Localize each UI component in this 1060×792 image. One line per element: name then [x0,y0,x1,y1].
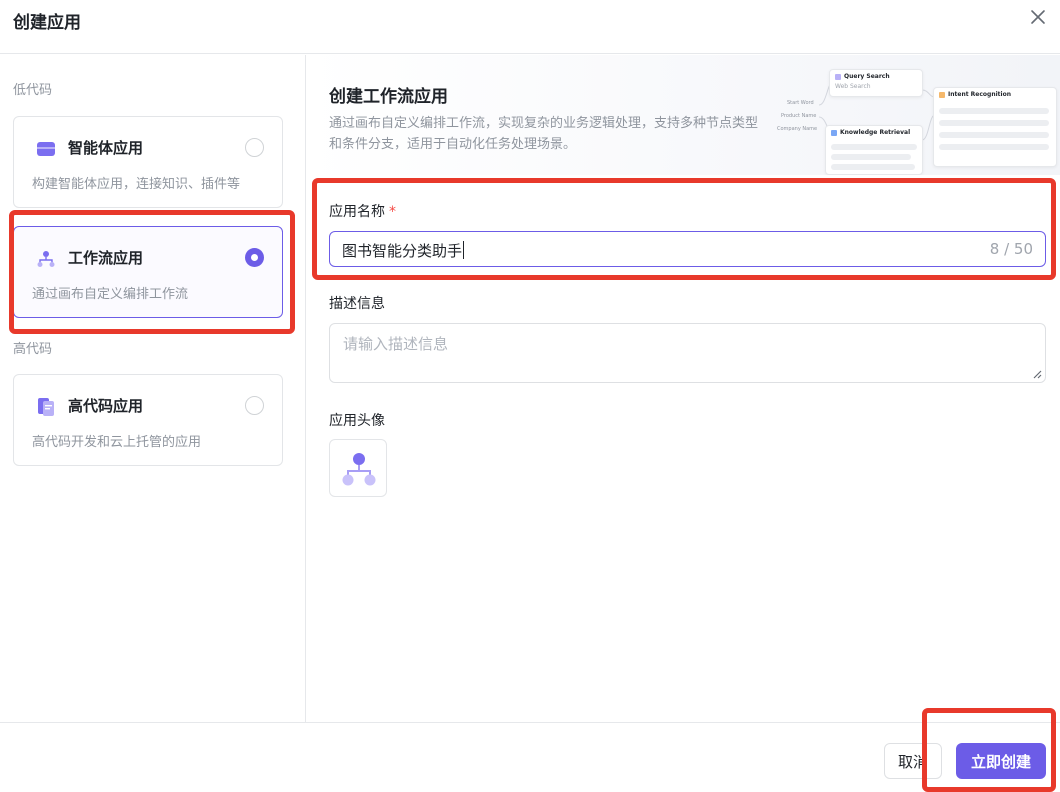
close-icon [1031,10,1045,24]
close-button[interactable] [1027,6,1049,28]
dialog-footer: 取消 立即创建 [0,722,1060,792]
resize-grip-icon[interactable] [1033,370,1042,379]
agent-app-icon [37,142,55,156]
preview-node-intent-recognition: Intent Recognition [933,87,1057,167]
name-char-count: 8 / 50 [989,240,1033,258]
app-type-card-high-code[interactable]: 高代码应用 高代码开发和云上托管的应用 [13,374,283,466]
workflow-avatar-icon [342,453,376,486]
create-now-button[interactable]: 立即创建 [956,743,1046,779]
card-title: 高代码应用 [68,397,144,415]
app-type-card-agent[interactable]: 智能体应用 构建智能体应用，连接知识、插件等 [13,116,283,208]
card-desc: 通过画布自定义编排工作流 [32,287,189,302]
intent-icon [939,91,945,98]
group-label-high-code: 高代码 [13,342,53,357]
radio-high-code[interactable] [245,396,264,415]
card-title: 工作流应用 [68,249,144,267]
dialog-title: 创建应用 [13,13,81,33]
text-caret [463,241,465,259]
cancel-button[interactable]: 取消 [884,743,942,779]
dialog-header: 创建应用 [0,0,1060,54]
card-desc: 高代码开发和云上托管的应用 [32,435,202,450]
radio-agent[interactable] [245,138,264,157]
banner-desc: 通过画布自定义编排工作流，实现复杂的业务逻辑处理，支持多种节点类型和条件分支，适… [329,116,759,152]
workflow-banner: 创建工作流应用 通过画布自定义编排工作流，实现复杂的业务逻辑处理，支持多种节点类… [307,55,1060,175]
description-textarea[interactable]: 请输入描述信息 [329,323,1046,383]
banner-title: 创建工作流应用 [329,87,448,107]
query-search-icon [835,73,841,80]
main-panel: 创建工作流应用 通过画布自定义编排工作流，实现复杂的业务逻辑处理，支持多种节点类… [307,55,1060,723]
preview-side-label: Start Word [787,100,814,106]
app-type-sidebar: 低代码 智能体应用 构建智能体应用，连接知识、插件等 工作流应用 通过画布自定义… [0,55,306,723]
app-type-card-workflow[interactable]: 工作流应用 通过画布自定义编排工作流 [13,226,283,318]
preview-node-query-search: Query Search Web Search [829,69,923,97]
app-avatar-picker[interactable] [329,439,387,497]
desc-field-label: 描述信息 [329,296,385,312]
name-field-label: 应用名称 * [329,204,396,220]
preview-side-label: Company Name [777,126,818,132]
card-desc: 构建智能体应用，连接知识、插件等 [32,177,241,192]
app-name-input[interactable]: 图书智能分类助手 8 / 50 [329,231,1046,267]
code-app-icon [38,398,54,416]
avatar-field-label: 应用头像 [329,413,385,429]
group-label-low-code: 低代码 [13,83,53,98]
preview-side-label: Product Name [781,113,817,119]
workflow-app-icon [37,251,55,267]
knowledge-icon [831,129,837,136]
card-title: 智能体应用 [68,139,144,157]
preview-node-knowledge-retrieval: Knowledge Retrieval [825,125,923,175]
desc-placeholder: 请输入描述信息 [343,335,449,353]
radio-workflow[interactable] [245,248,264,267]
app-name-value: 图书智能分类助手 [342,241,465,260]
required-mark: * [389,204,396,220]
